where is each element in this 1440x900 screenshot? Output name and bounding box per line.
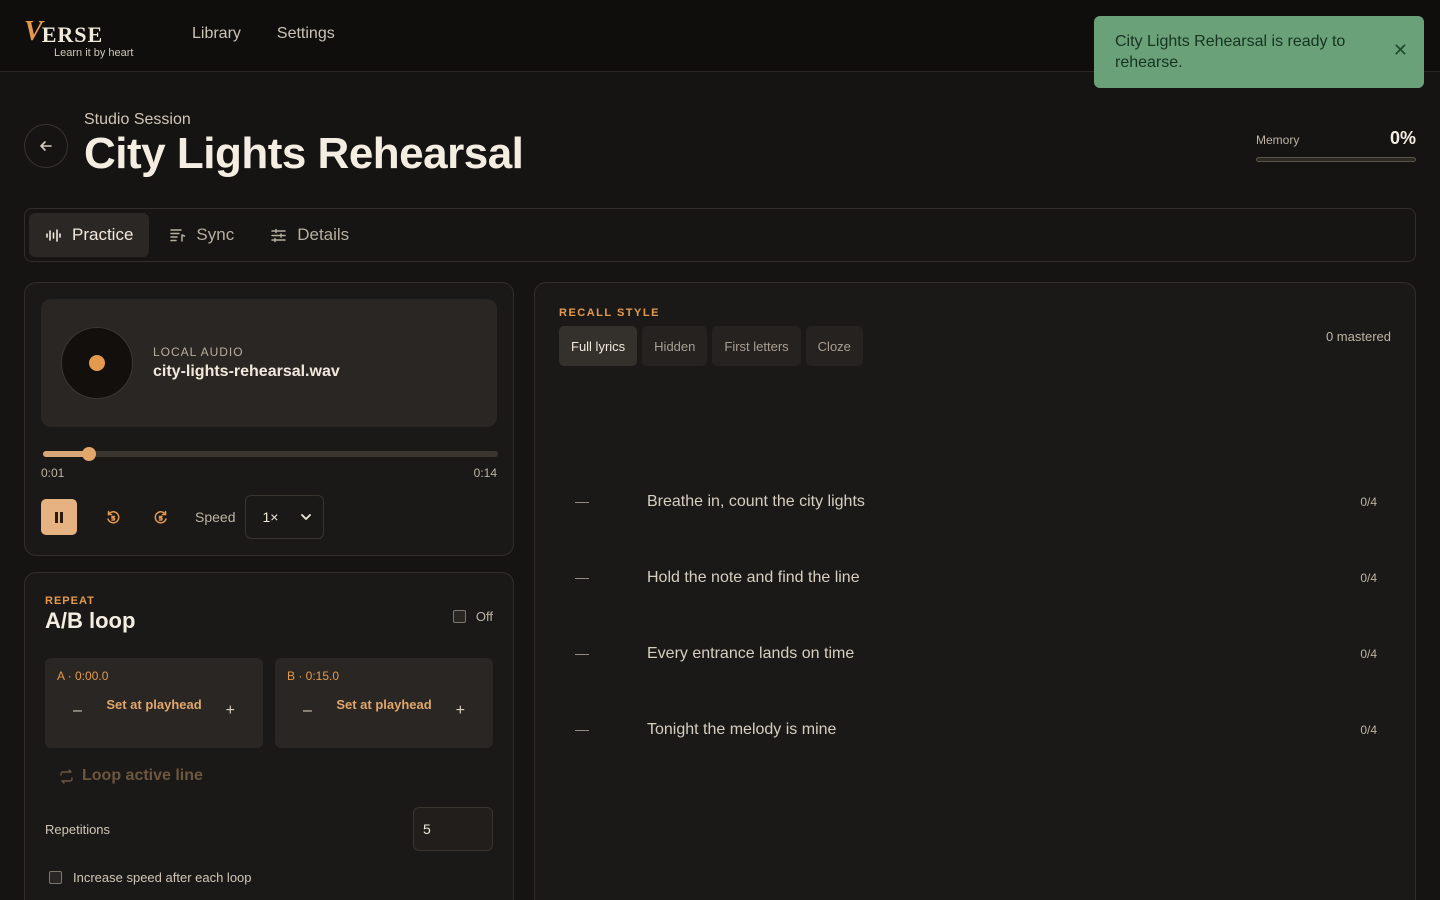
logo-tagline: Learn it by heart — [54, 47, 134, 59]
lyric-line[interactable]: — Every entrance lands on time 0/4 — [559, 639, 1393, 669]
rewind-5-button[interactable] — [101, 505, 125, 529]
forward-icon — [154, 510, 167, 524]
lyric-line-marker: — — [575, 493, 589, 509]
seek-slider[interactable] — [43, 447, 498, 461]
lyric-line-count: 0/4 — [1360, 723, 1377, 737]
audio-file-name: city-lights-rehearsal.wav — [153, 363, 340, 380]
sliders-icon — [271, 228, 286, 242]
recall-card: RECALL STYLE Full lyrics Hidden First le… — [534, 282, 1416, 900]
increase-speed-option[interactable]: Increase speed after each loop — [49, 870, 252, 885]
logo-wordmark: V ERSE — [24, 18, 134, 46]
ab-loop-card: REPEAT A/B loop Off A · 0:00.0 – Set at … — [24, 572, 514, 900]
repeat-icon — [60, 768, 73, 784]
loop-toggle-label: Off — [475, 609, 493, 624]
lyric-line-text: Tonight the melody is mine — [647, 721, 837, 738]
memory-label: Memory — [1256, 133, 1300, 147]
lyric-line[interactable]: — Breathe in, count the city lights 0/4 — [559, 487, 1393, 517]
repetitions-label: Repetitions — [45, 822, 111, 837]
increase-speed-label: Increase speed after each loop — [73, 870, 252, 885]
point-b-increment-button[interactable]: + — [456, 702, 465, 720]
style-cloze-button[interactable]: Cloze — [805, 326, 863, 366]
mastered-count: 0 mastered — [1325, 329, 1391, 344]
point-b-panel: B · 0:15.0 – Set at playhead + — [275, 658, 493, 748]
point-a-increment-button[interactable]: + — [226, 702, 235, 720]
toast-message: City Lights Rehearsal is ready to rehear… — [1115, 33, 1346, 71]
lyric-line-count: 0/4 — [1360, 495, 1377, 509]
point-a-panel: A · 0:00.0 – Set at playhead + — [45, 658, 263, 748]
pause-button[interactable] — [41, 499, 77, 535]
recall-style-selector: Full lyrics Hidden First letters Cloze — [559, 326, 863, 366]
audio-source-box: LOCAL AUDIO city-lights-rehearsal.wav — [41, 299, 497, 427]
lyric-line[interactable]: — Hold the note and find the line 0/4 — [559, 563, 1393, 593]
point-b-decrement-button[interactable]: – — [303, 702, 312, 720]
memory-progress-bar — [1256, 157, 1416, 162]
waveform-icon — [46, 228, 61, 242]
page-title: City Lights Rehearsal — [84, 129, 524, 178]
point-b-set-button[interactable]: Set at playhead — [335, 697, 433, 713]
lyric-line-marker: — — [575, 645, 589, 661]
style-first-letters-button[interactable]: First letters — [712, 326, 801, 366]
tab-sync[interactable]: Sync — [153, 213, 250, 257]
memory-value: 0% — [1389, 128, 1416, 148]
point-a-decrement-button[interactable]: – — [73, 702, 82, 720]
nav-library-link[interactable]: Library — [192, 25, 241, 43]
tab-practice[interactable]: Practice — [29, 213, 150, 257]
lyric-line-text: Breathe in, count the city lights — [647, 493, 865, 510]
app-logo[interactable]: V ERSE Learn it by heart — [24, 18, 134, 60]
back-button[interactable] — [24, 124, 68, 168]
current-time: 0:01 — [41, 466, 65, 480]
pause-icon — [55, 511, 63, 523]
loop-checkbox[interactable] — [452, 610, 466, 623]
memory-meter: Memory 0% — [1256, 128, 1416, 162]
tab-sync-label: Sync — [196, 225, 235, 244]
playback-controls: Speed 1× — [41, 495, 325, 539]
loop-active-label: Loop active line — [82, 767, 203, 784]
nav-settings-link[interactable]: Settings — [277, 25, 335, 43]
audio-source-label: LOCAL AUDIO — [153, 345, 244, 359]
duration-time: 0:14 — [473, 466, 497, 480]
repetitions-input[interactable]: 5 — [413, 807, 493, 851]
point-a-label: A · 0:00.0 — [57, 669, 109, 683]
tab-details[interactable]: Details — [254, 213, 365, 257]
increase-speed-checkbox[interactable] — [49, 871, 62, 884]
loop-title: A/B loop — [45, 608, 136, 633]
point-b-label: B · 0:15.0 — [287, 669, 340, 683]
loop-kicker: REPEAT — [45, 595, 95, 607]
sync-lyrics-icon — [170, 228, 186, 242]
loop-toggle[interactable]: Off — [452, 609, 493, 624]
speed-value: 1× — [262, 509, 279, 525]
lyric-line-marker: — — [575, 569, 589, 585]
loop-active-line-button[interactable]: Loop active line — [59, 767, 203, 785]
lyric-line[interactable]: — Tonight the melody is mine 0/4 — [559, 715, 1393, 745]
tab-details-label: Details — [297, 225, 350, 244]
seek-handle[interactable] — [81, 447, 96, 461]
session-tabs: Practice Sync Details — [24, 208, 1416, 262]
tab-practice-label: Practice — [72, 225, 134, 244]
audio-player-card: LOCAL AUDIO city-lights-rehearsal.wav 0:… — [24, 282, 514, 556]
speed-label: Speed — [195, 509, 236, 525]
main-nav: Library Settings — [192, 25, 335, 43]
rewind-icon — [107, 510, 120, 524]
style-full-lyrics-button[interactable]: Full lyrics — [559, 326, 638, 366]
disc-icon — [61, 327, 133, 399]
lyric-line-text: Every entrance lands on time — [647, 645, 855, 662]
chevron-down-icon — [301, 514, 312, 520]
forward-5-button[interactable] — [149, 505, 173, 529]
close-icon[interactable]: ✕ — [1393, 40, 1408, 61]
toast-notification: City Lights Rehearsal is ready to rehear… — [1094, 16, 1424, 88]
lyric-line-count: 0/4 — [1360, 571, 1377, 585]
point-a-set-button[interactable]: Set at playhead — [105, 697, 203, 713]
page-subtitle: Studio Session — [84, 111, 191, 128]
speed-select[interactable]: 1× — [245, 495, 325, 539]
lyric-line-count: 0/4 — [1360, 647, 1377, 661]
arrow-left-icon — [40, 141, 52, 151]
style-hidden-button[interactable]: Hidden — [642, 326, 708, 366]
lyric-line-marker: — — [575, 721, 589, 737]
recall-style-kicker: RECALL STYLE — [559, 307, 660, 319]
lyric-line-text: Hold the note and find the line — [647, 569, 860, 586]
logo-text: ERSE — [41, 22, 104, 47]
